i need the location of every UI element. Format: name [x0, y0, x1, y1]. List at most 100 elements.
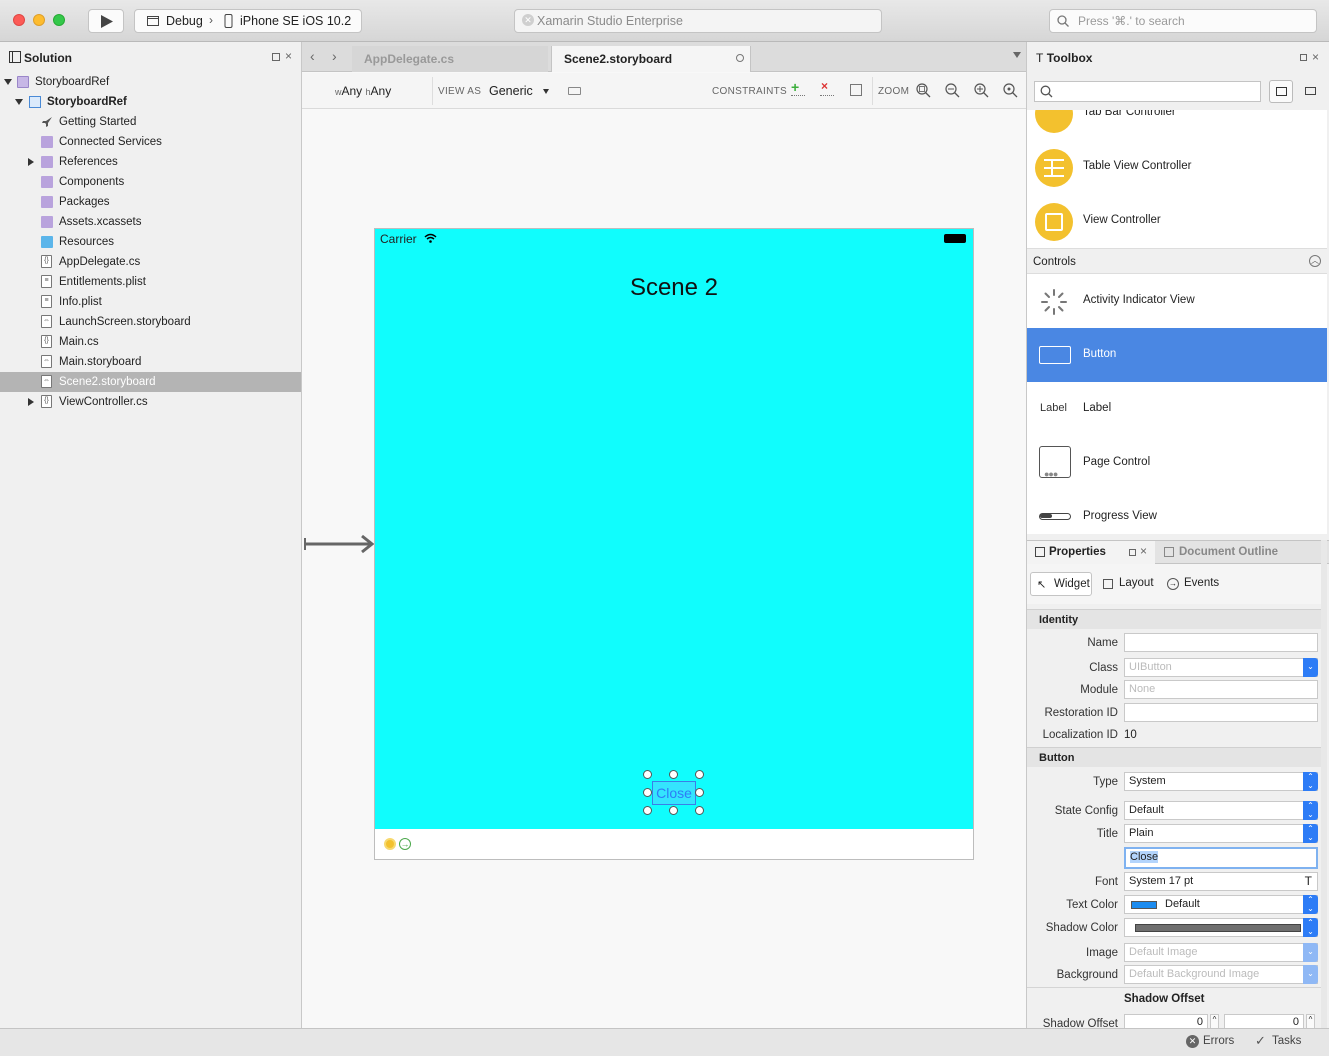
tab-list-dropdown-icon[interactable] [1013, 52, 1021, 58]
size-class-selector[interactable]: wAny hAny [335, 84, 391, 98]
title-text-field[interactable]: Close [1124, 847, 1318, 869]
forward-arrow-icon[interactable]: › [332, 48, 337, 64]
properties-scrollbar[interactable] [1321, 540, 1327, 1028]
tree-item-solution[interactable]: StoryboardRef [0, 72, 301, 92]
back-arrow-icon[interactable]: ‹ [310, 48, 315, 64]
tab-appdelegate[interactable]: AppDelegate.cs [352, 46, 548, 72]
minimize-window-button[interactable] [33, 14, 45, 26]
tree-item-references[interactable]: References [0, 152, 301, 172]
stepper-icon[interactable]: ^ [1306, 1014, 1315, 1028]
frame-update-icon[interactable] [850, 84, 862, 96]
dock-icon[interactable] [1129, 549, 1136, 556]
tree-item-resources[interactable]: Resources [0, 232, 301, 252]
toolbox-item-label[interactable]: Label Label [1027, 382, 1327, 436]
close-pad-icon[interactable]: × [1312, 50, 1319, 64]
tab-close-icon[interactable] [736, 54, 744, 62]
scene-root-view[interactable]: Carrier Scene 2 Close [375, 229, 973, 829]
toolbox-item-progress-view[interactable]: Progress View [1027, 490, 1327, 534]
tab-scene2-storyboard[interactable]: Scene2.storyboard [551, 46, 751, 72]
prop-image: Image Default Image ⌄ [1027, 942, 1327, 964]
tree-item-scene2-storyboard[interactable]: ⇔ Scene2.storyboard [0, 372, 301, 392]
module-field[interactable]: None [1124, 680, 1318, 699]
toolbox-item-table-view-controller[interactable]: Table View Controller [1027, 140, 1327, 194]
global-search-input[interactable]: Press '⌘.' to search [1049, 9, 1317, 33]
view-as-dropdown[interactable]: Generic [489, 84, 533, 98]
font-field[interactable]: System 17 pt T [1124, 872, 1318, 891]
restoration-id-field[interactable] [1124, 703, 1318, 722]
list-view-toggle[interactable] [1269, 80, 1293, 103]
toolbox-item-activity-indicator[interactable]: Activity Indicator View [1027, 274, 1327, 328]
state-config-select[interactable]: Default ⌃ ⌄ [1124, 801, 1318, 820]
toolbox-item-button[interactable]: Button [1027, 328, 1327, 382]
tree-item-launchscreen[interactable]: ⇔ LaunchScreen.storyboard [0, 312, 301, 332]
zoom-window-button[interactable] [53, 14, 65, 26]
shadow-offset-x-field[interactable]: 0 [1124, 1014, 1208, 1028]
button-section-header[interactable]: Button [1027, 747, 1327, 767]
subtab-widget[interactable]: ↖ Widget [1030, 572, 1092, 596]
zoom-actual-icon[interactable] [1003, 83, 1018, 98]
resize-handle[interactable] [643, 788, 652, 797]
resize-handle[interactable] [669, 806, 678, 815]
zoom-fit-icon[interactable] [916, 83, 931, 98]
close-pad-icon[interactable]: × [285, 49, 292, 63]
stepper-icon[interactable]: ^ [1210, 1014, 1219, 1028]
tree-item-packages[interactable]: Packages [0, 192, 301, 212]
close-window-button[interactable] [13, 14, 25, 26]
dock-icon[interactable] [272, 53, 280, 61]
zoom-in-icon[interactable] [974, 83, 989, 98]
shadow-color-select[interactable]: ⌃ ⌄ [1124, 918, 1318, 937]
dock-icon[interactable] [1300, 54, 1307, 61]
resize-handle[interactable] [669, 770, 678, 779]
tree-item-assets[interactable]: Assets.xcassets [0, 212, 301, 232]
scene-title-label[interactable]: Scene 2 [375, 274, 973, 302]
toolbox-item-page-control[interactable]: ●●● Page Control [1027, 436, 1327, 490]
add-constraints-icon[interactable]: + [791, 79, 799, 95]
orientation-icon[interactable] [568, 87, 581, 95]
name-field[interactable] [1124, 633, 1318, 652]
tree-item-viewcontroller[interactable]: {} ViewController.cs [0, 392, 301, 412]
run-button[interactable] [88, 9, 124, 33]
tree-item-project[interactable]: StoryboardRef [0, 92, 301, 112]
tree-item-appdelegate[interactable]: {} AppDelegate.cs [0, 252, 301, 272]
text-color-select[interactable]: Default ⌃ ⌄ [1124, 895, 1318, 914]
type-select[interactable]: System ⌃ ⌄ [1124, 772, 1318, 791]
resize-handle[interactable] [695, 806, 704, 815]
resize-handle[interactable] [695, 788, 704, 797]
view-controller-scene[interactable]: Carrier Scene 2 Close → [374, 228, 974, 860]
resize-handle[interactable] [643, 806, 652, 815]
exit-icon[interactable]: → [399, 838, 411, 850]
zoom-out-icon[interactable] [945, 83, 960, 98]
project-icon [29, 96, 41, 108]
identity-section-header[interactable]: Identity [1027, 609, 1327, 629]
run-configuration-selector[interactable]: Debug › iPhone SE iOS 10.2 [134, 9, 362, 33]
prop-name: Name [1027, 632, 1327, 654]
toolbox-search-input[interactable] [1034, 81, 1261, 102]
tree-item-entitlements[interactable]: ≡ Entitlements.plist [0, 272, 301, 292]
shadow-offset-y-field[interactable]: 0 [1224, 1014, 1304, 1028]
subtab-layout[interactable]: Layout [1101, 572, 1161, 596]
view-controller-icon[interactable] [384, 838, 396, 850]
tree-item-main-cs[interactable]: {} Main.cs [0, 332, 301, 352]
remove-constraints-icon[interactable]: × [821, 79, 828, 93]
image-combo[interactable]: Default Image ⌄ [1124, 943, 1318, 962]
tree-item-components[interactable]: Components [0, 172, 301, 192]
tab-document-outline[interactable]: Document Outline [1157, 541, 1327, 564]
tree-item-main-storyboard[interactable]: ⇔ Main.storyboard [0, 352, 301, 372]
resize-handle[interactable] [643, 770, 652, 779]
close-button[interactable]: Close [652, 781, 696, 805]
collapse-icon[interactable]: ︿ [1309, 255, 1321, 267]
class-combo[interactable]: UIButton ⌄ [1124, 658, 1318, 677]
toolbox-item-view-controller[interactable]: View Controller [1027, 194, 1327, 248]
tree-item-connected-services[interactable]: Connected Services [0, 132, 301, 152]
toolbox-item-tab-bar-controller[interactable]: Tab Bar Controller [1027, 110, 1327, 140]
subtab-events[interactable]: → Events [1165, 572, 1235, 596]
tree-item-getting-started[interactable]: Getting Started [0, 112, 301, 132]
tab-properties[interactable]: Properties × [1027, 541, 1155, 564]
background-combo[interactable]: Default Background Image ⌄ [1124, 965, 1318, 984]
resize-handle[interactable] [695, 770, 704, 779]
title-type-select[interactable]: Plain ⌃ ⌄ [1124, 824, 1318, 843]
tree-item-infoplist[interactable]: ≡ Info.plist [0, 292, 301, 312]
toolbox-section-controls[interactable]: Controls ︿ [1027, 248, 1327, 274]
close-pad-icon[interactable]: × [1140, 544, 1147, 558]
grid-view-toggle[interactable] [1305, 87, 1316, 95]
